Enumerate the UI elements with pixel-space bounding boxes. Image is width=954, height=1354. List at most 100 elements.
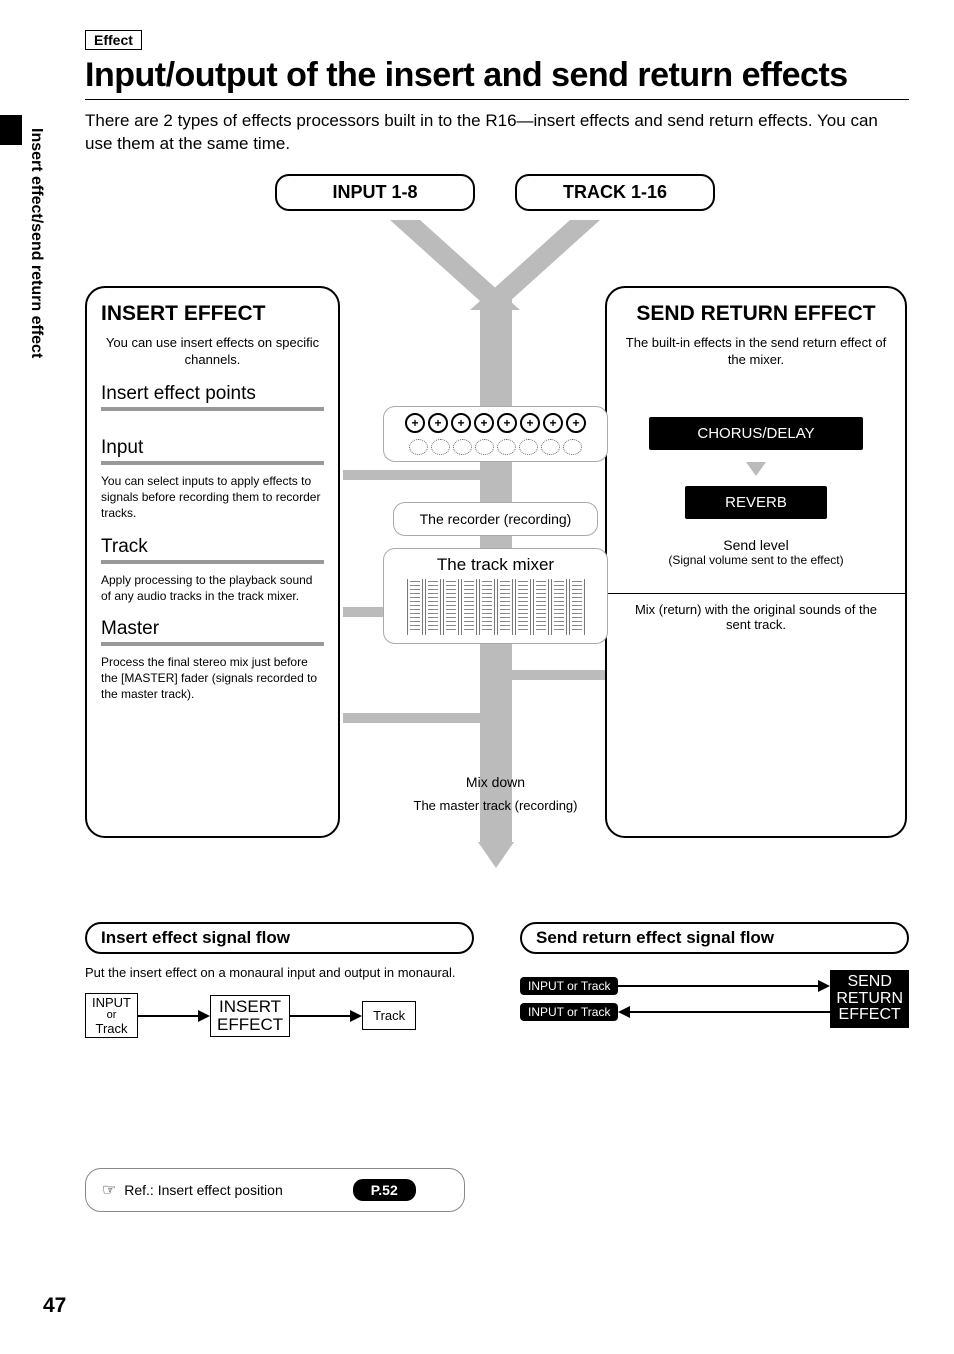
master-h: Master: [101, 618, 324, 640]
fader-8: [533, 579, 549, 635]
trim-8: [563, 439, 582, 455]
page-content: Effect Input/output of the insert and se…: [85, 30, 909, 1212]
grey-link-master: [343, 713, 483, 723]
flow-right-pill-bot: INPUT or Track: [520, 1003, 618, 1021]
flow-left-box1-l1: INPUT: [92, 996, 131, 1010]
signal-flow-diagram: INPUT 1-8 TRACK 1-16 INSERT EFFECT You c…: [85, 174, 909, 904]
arrow-icon-3: [818, 980, 830, 992]
master-track-label: The master track (recording): [383, 798, 608, 813]
flow-left-box2: INSERT EFFECT: [210, 995, 290, 1037]
send-flow-col: Send return effect signal flow INPUT or …: [520, 922, 909, 1038]
trim-4: [475, 439, 494, 455]
grey-arrow-between: [746, 462, 766, 476]
trim-2: [431, 439, 450, 455]
trim-5: [497, 439, 516, 455]
fader-3: [443, 579, 459, 635]
flow-left-box1: INPUT or Track: [85, 993, 138, 1038]
page-title: Input/output of the insert and send retu…: [85, 56, 909, 95]
master-desc: Process the final stereo mix just before…: [101, 654, 324, 703]
send-return-effect-box: SEND RETURN EFFECT: [830, 970, 909, 1028]
fader-4: [461, 579, 477, 635]
trim-3: [453, 439, 472, 455]
divider-input: [101, 461, 324, 465]
send-l2: RETURN: [836, 991, 903, 1008]
category-tag: Effect: [85, 30, 142, 50]
trim-row: [392, 439, 599, 455]
send-level-desc: (Signal volume sent to the effect): [621, 553, 891, 567]
plus-knob-2: +: [428, 413, 448, 433]
insert-effect-panel: INSERT EFFECT You can use insert effects…: [85, 286, 340, 838]
divider-effect: [101, 407, 324, 411]
insert-points-h: Insert effect points: [101, 383, 324, 405]
page-number: 47: [43, 1294, 66, 1318]
mix-down-label: Mix down: [383, 774, 608, 790]
recorder-box: The recorder (recording): [393, 502, 598, 536]
flow-left-box3: Track: [362, 1001, 416, 1030]
track-mixer-label: The track mixer: [392, 555, 599, 575]
send-l3: EFFECT: [836, 1007, 903, 1024]
divider-master: [101, 642, 324, 646]
ref-page-pill: P.52: [353, 1179, 416, 1201]
fader-6: [497, 579, 513, 635]
plus-knob-7: +: [543, 413, 563, 433]
fader-5: [479, 579, 495, 635]
signal-flow-section: Insert effect signal flow Put the insert…: [85, 922, 909, 1038]
flow-left-box1-l2: or: [92, 1010, 131, 1022]
send-flow-title: Send return effect signal flow: [520, 922, 909, 954]
input-desc: You can select inputs to apply effects t…: [101, 473, 324, 522]
flow-left-box2-l1: INSERT: [217, 998, 283, 1016]
insert-flow-col: Insert effect signal flow Put the insert…: [85, 922, 474, 1038]
fader-2: [425, 579, 441, 635]
plus-knob-3: +: [451, 413, 471, 433]
insert-flow-desc: Put the insert effect on a monaural inpu…: [85, 964, 474, 982]
fader-1: [407, 579, 423, 635]
flow-left-box1-l3: Track: [92, 1022, 131, 1036]
center-knobs: + + + + + + + +: [383, 406, 608, 462]
reference-box: ☞ Ref.: Insert effect position P.52: [85, 1168, 465, 1212]
send-heading: SEND RETURN EFFECT: [621, 302, 891, 326]
trim-1: [409, 439, 428, 455]
insert-flow-title: Insert effect signal flow: [85, 922, 474, 954]
plus-knob-1: +: [405, 413, 425, 433]
trim-6: [519, 439, 538, 455]
node-input-1-8: INPUT 1-8: [275, 174, 475, 211]
pointing-hand-icon: ☞: [102, 1182, 116, 1199]
knob-row: + + + + + + + +: [392, 413, 599, 433]
flow-right-pill-top: INPUT or Track: [520, 977, 618, 995]
trim-7: [541, 439, 560, 455]
insert-desc: You can use insert effects on specific c…: [101, 334, 324, 369]
input-h: Input: [101, 437, 324, 459]
node-track-1-16: TRACK 1-16: [515, 174, 715, 211]
track-h: Track: [101, 536, 324, 558]
plus-knob-8: +: [566, 413, 586, 433]
send-level-h: Send level: [621, 537, 891, 553]
ref-label: Ref.: Insert effect position: [124, 1182, 283, 1198]
fader-master: [569, 579, 585, 635]
grey-trunk-arrow: [478, 842, 514, 868]
send-desc: The built-in effects in the send return …: [621, 334, 891, 369]
side-black-marker: [0, 115, 22, 145]
send-l1: SEND: [836, 974, 903, 991]
flow-left-box2-l2: EFFECT: [217, 1016, 283, 1034]
mix-return-desc: Mix (return) with the original sounds of…: [621, 602, 891, 632]
send-return-panel: SEND RETURN EFFECT The built-in effects …: [605, 286, 907, 838]
side-tab-label: Insert effect/send return effect: [25, 120, 47, 366]
fader-9: [551, 579, 567, 635]
track-desc: Apply processing to the playback sound o…: [101, 572, 324, 604]
plus-knob-4: +: [474, 413, 494, 433]
reverb-box: REVERB: [685, 486, 827, 519]
fader-7: [515, 579, 531, 635]
divider-track: [101, 560, 324, 564]
title-rule: [85, 99, 909, 100]
arrow-icon: [198, 1010, 210, 1022]
arrow-left-icon: [618, 1006, 630, 1018]
track-mixer-box: The track mixer: [383, 548, 608, 644]
arrow-icon-2: [350, 1010, 362, 1022]
plus-knob-5: +: [497, 413, 517, 433]
insert-heading: INSERT EFFECT: [101, 302, 324, 326]
plus-knob-6: +: [520, 413, 540, 433]
chorus-delay-box: CHORUS/DELAY: [649, 417, 863, 450]
intro-text: There are 2 types of effects processors …: [85, 110, 909, 156]
fader-strip: [392, 579, 599, 635]
grey-link-input: [343, 470, 483, 480]
